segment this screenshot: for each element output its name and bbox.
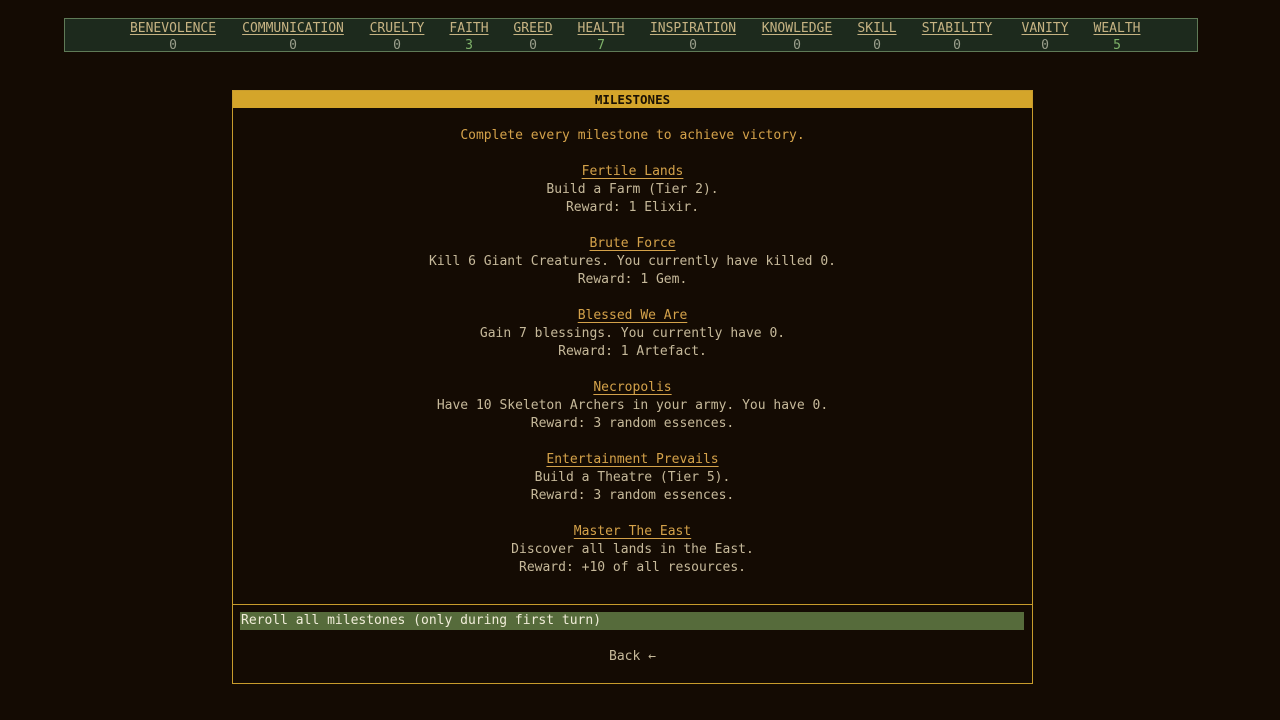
resource-name[interactable]: BENEVOLENCE	[130, 19, 216, 38]
resource-value: 0	[169, 38, 177, 53]
milestone-reward: Reward: 1 Gem.	[577, 272, 688, 287]
resource-name[interactable]: KNOWLEDGE	[762, 19, 832, 38]
milestone-title: Necropolis	[593, 380, 672, 395]
resource-communication: COMMUNICATION 0	[242, 19, 344, 53]
resource-faith: FAITH 3	[449, 19, 488, 53]
resource-value: 0	[393, 38, 401, 53]
resource-health: HEALTH 7	[578, 19, 625, 53]
resource-value: 0	[289, 38, 297, 53]
resource-skill: SKILL 0	[857, 19, 896, 53]
milestone-description: Have 10 Skeleton Archers in your army. Y…	[436, 398, 829, 413]
milestone-description: Build a Theatre (Tier 5).	[534, 470, 731, 485]
milestone-reward: Reward: 3 random essences.	[530, 488, 735, 503]
panel-title: MILESTONES	[233, 91, 1032, 108]
milestones-panel: MILESTONES Complete every milestone to a…	[232, 90, 1033, 684]
milestone-title: Brute Force	[589, 236, 676, 251]
milestone-description: Gain 7 blessings. You currently have 0.	[479, 326, 786, 341]
resource-knowledge: KNOWLEDGE 0	[762, 19, 832, 53]
resource-value: 3	[465, 38, 473, 53]
back-button[interactable]: Back ←	[233, 648, 1032, 666]
resource-name[interactable]: GREED	[513, 19, 552, 38]
resource-bar: BENEVOLENCE 0 COMMUNICATION 0 CRUELTY 0 …	[64, 18, 1198, 53]
resource-name[interactable]: FAITH	[449, 19, 488, 38]
resource-name[interactable]: SKILL	[857, 19, 896, 38]
panel-divider	[233, 604, 1032, 605]
milestone-necropolis: Necropolis Have 10 Skeleton Archers in y…	[233, 379, 1032, 433]
milestone-title: Fertile Lands	[581, 164, 684, 179]
resource-value: 0	[873, 38, 881, 53]
resource-value: 0	[793, 38, 801, 53]
resource-inspiration: INSPIRATION 0	[650, 19, 736, 53]
resource-name[interactable]: CRUELTY	[370, 19, 425, 38]
resource-name[interactable]: WEALTH	[1094, 19, 1141, 38]
milestone-reward: Reward: 3 random essences.	[530, 416, 735, 431]
resource-name[interactable]: STABILITY	[922, 19, 992, 38]
resource-value: 0	[689, 38, 697, 53]
intro-text: Complete every milestone to achieve vict…	[460, 128, 805, 143]
resource-greed: GREED 0	[513, 19, 552, 53]
milestone-description: Discover all lands in the East.	[511, 542, 754, 557]
resource-benevolence: BENEVOLENCE 0	[130, 19, 216, 53]
milestone-title: Blessed We Are	[577, 308, 688, 323]
resource-value: 0	[529, 38, 537, 53]
resource-value: 0	[953, 38, 961, 53]
resource-value: 0	[1041, 38, 1049, 53]
milestone-reward: Reward: 1 Artefact.	[558, 344, 707, 359]
milestone-brute-force: Brute Force Kill 6 Giant Creatures. You …	[233, 235, 1032, 289]
milestone-master-the-east: Master The East Discover all lands in th…	[233, 523, 1032, 577]
resource-value: 7	[597, 38, 605, 53]
milestone-reward: Reward: 1 Elixir.	[565, 200, 700, 215]
resource-name[interactable]: COMMUNICATION	[242, 19, 344, 38]
resource-name[interactable]: INSPIRATION	[650, 19, 736, 38]
milestone-description: Build a Farm (Tier 2).	[546, 182, 719, 197]
resource-vanity: VANITY 0	[1022, 19, 1069, 53]
resource-cruelty: CRUELTY 0	[370, 19, 425, 53]
milestones-list: Complete every milestone to achieve vict…	[233, 108, 1032, 604]
milestone-entertainment-prevails: Entertainment Prevails Build a Theatre (…	[233, 451, 1032, 505]
milestone-fertile-lands: Fertile Lands Build a Farm (Tier 2). Rew…	[233, 163, 1032, 217]
resource-name[interactable]: HEALTH	[578, 19, 625, 38]
reroll-milestones-button[interactable]: Reroll all milestones (only during first…	[240, 612, 1024, 630]
resource-stability: STABILITY 0	[922, 19, 992, 53]
milestone-blessed-we-are: Blessed We Are Gain 7 blessings. You cur…	[233, 307, 1032, 361]
resource-name[interactable]: VANITY	[1022, 19, 1069, 38]
milestone-description: Kill 6 Giant Creatures. You currently ha…	[429, 254, 836, 269]
milestone-title: Entertainment Prevails	[546, 452, 719, 467]
resource-wealth: WEALTH 5	[1094, 19, 1141, 53]
milestone-reward: Reward: +10 of all resources.	[519, 560, 746, 575]
resource-value: 5	[1113, 38, 1121, 53]
milestone-title: Master The East	[573, 524, 692, 539]
